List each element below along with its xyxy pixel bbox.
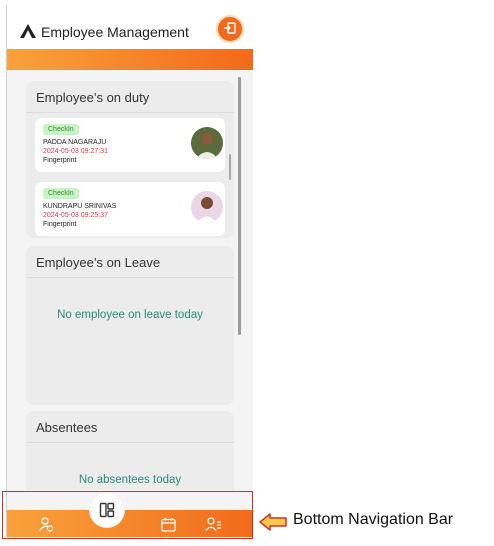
header-accent-bar bbox=[7, 49, 253, 70]
on-leave-title: Employee’s on Leave bbox=[36, 255, 161, 270]
logout-button[interactable] bbox=[216, 15, 244, 43]
scrollbar[interactable] bbox=[238, 77, 241, 335]
employee-card[interactable]: CheckIn PADDA NAGARAJU 2024-05-03 09:27:… bbox=[35, 118, 225, 172]
app-logo-icon bbox=[20, 24, 36, 38]
on-leave-card: Employee’s on Leave No employee on leave… bbox=[26, 246, 234, 405]
employee-name: KUNDRAPU SRINIVAS bbox=[43, 203, 117, 210]
left-arrow-icon bbox=[259, 513, 287, 531]
empty-state-message: No employee on leave today bbox=[57, 309, 203, 321]
employee-card[interactable]: CheckIn KUNDRAPU SRINIVAS 2024-05-03 09:… bbox=[35, 182, 225, 236]
avatar bbox=[191, 191, 223, 223]
status-badge: CheckIn bbox=[43, 124, 79, 135]
checkin-time: 2024-05-03 09:25:37 bbox=[43, 212, 108, 219]
status-badge: CheckIn bbox=[43, 188, 79, 199]
divider bbox=[26, 277, 234, 278]
highlight-box bbox=[2, 491, 253, 539]
avatar bbox=[191, 127, 223, 159]
divider bbox=[26, 442, 234, 443]
checkin-method: Fingerprint bbox=[43, 221, 77, 228]
page-title: Employee Management bbox=[41, 24, 189, 40]
empty-state-message: No absentees today bbox=[78, 474, 182, 486]
mobile-screen: Employee Management Employee’s on duty C… bbox=[6, 5, 253, 537]
divider bbox=[26, 112, 234, 113]
absentees-card: Absentees No absentees today bbox=[26, 411, 234, 490]
on-duty-title: Employee’s on duty bbox=[36, 90, 150, 105]
content-scroll-area[interactable]: Employee’s on duty CheckIn PADDA NAGARAJ… bbox=[7, 70, 253, 490]
checkin-method: Fingerprint bbox=[43, 157, 77, 164]
absentees-title: Absentees bbox=[36, 420, 98, 435]
checkin-time: 2024-05-03 09:27:31 bbox=[43, 148, 108, 155]
on-duty-card: Employee’s on duty CheckIn PADDA NAGARAJ… bbox=[26, 81, 234, 238]
logout-icon bbox=[224, 22, 236, 34]
annotation-label: Bottom Navigation Bar bbox=[293, 511, 454, 528]
employee-name: PADDA NAGARAJU bbox=[43, 139, 107, 146]
app-header: Employee Management bbox=[7, 5, 253, 49]
list-scrollbar[interactable] bbox=[229, 154, 231, 180]
